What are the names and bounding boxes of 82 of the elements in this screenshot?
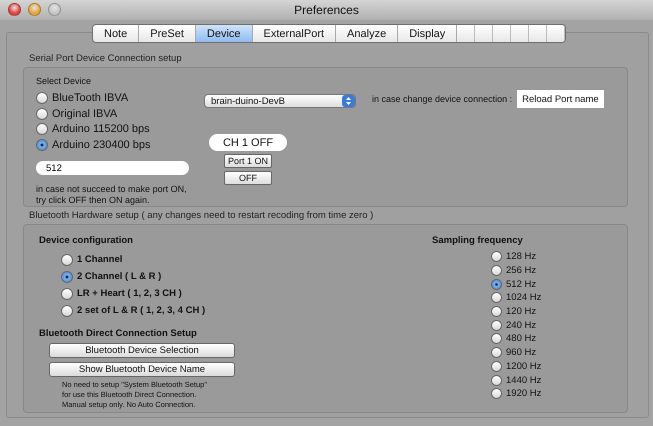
radio-label: Arduino 230400 bps: [52, 139, 150, 152]
radio-button[interactable]: [491, 292, 502, 304]
radio-label: 1920 Hz: [506, 388, 542, 400]
radio-option[interactable]: 256 Hz: [491, 264, 542, 278]
radio-label: BlueTooth IBVA: [52, 92, 128, 104]
radio-option[interactable]: Arduino 230400 bps: [36, 137, 204, 154]
radio-button[interactable]: [36, 123, 48, 136]
radio-label: 960 Hz: [506, 347, 536, 358]
radio-option[interactable]: 1920 Hz: [491, 386, 542, 401]
radio-option[interactable]: 240 Hz: [491, 318, 542, 332]
close-button[interactable]: [8, 3, 21, 16]
radio-button[interactable]: [491, 333, 502, 344]
off-button[interactable]: OFF: [224, 171, 272, 185]
radio-option[interactable]: 120 Hz: [491, 304, 542, 318]
tab[interactable]: Analyze: [336, 25, 398, 42]
radio-option[interactable]: 1 Channel: [61, 251, 432, 268]
port-on-button[interactable]: Port 1 ON: [224, 154, 272, 168]
group-label: Sampling frequency: [432, 235, 524, 246]
minimize-button[interactable]: [28, 3, 41, 16]
section-title: Serial Port Device Connection setup: [29, 53, 183, 64]
radio-button[interactable]: [61, 270, 73, 282]
hint-text: try click OFF then ON again.: [36, 195, 151, 206]
tab[interactable]: Display: [398, 25, 458, 42]
radio-button[interactable]: [36, 139, 48, 152]
radio-button[interactable]: [491, 278, 502, 290]
action-button[interactable]: Show Bluetooth Device Name: [49, 362, 235, 377]
radio-button[interactable]: [61, 254, 73, 266]
channel-status: CH 1 OFF: [209, 134, 287, 151]
radio-button[interactable]: [61, 288, 73, 300]
radio-option[interactable]: LR + Heart ( 1, 2, 3 CH ): [61, 285, 432, 302]
group-label: Device configuration: [39, 235, 134, 246]
radio-option[interactable]: 128 Hz: [491, 250, 542, 264]
window-title: Preferences: [294, 3, 359, 17]
radio-button[interactable]: [491, 388, 502, 400]
radio-button[interactable]: [491, 347, 502, 358]
radio-option[interactable]: 1024 Hz: [491, 291, 542, 305]
radio-label: 256 Hz: [506, 265, 536, 276]
radio-label: 2 Channel ( L & R ): [77, 271, 162, 282]
input-field[interactable]: 512: [36, 161, 189, 176]
radio-button[interactable]: [491, 320, 502, 331]
radio-label: LR + Heart ( 1, 2, 3 CH ): [77, 288, 182, 299]
radio-option[interactable]: 1200 Hz: [491, 360, 542, 374]
radio-option[interactable]: 480 Hz: [491, 332, 542, 346]
reload-label: in case change device connection :: [372, 94, 512, 105]
radio-option[interactable]: 2 set of L & R ( 1, 2, 3, 4 CH ): [61, 302, 432, 319]
radio-button[interactable]: [491, 306, 502, 318]
radio-label: 480 Hz: [506, 333, 536, 344]
radio-label: 1 Channel: [77, 254, 122, 265]
radio-button[interactable]: [491, 265, 502, 276]
radio-label: 1200 Hz: [506, 360, 542, 372]
field-label: Select Device: [36, 76, 92, 87]
radio-option[interactable]: 2 Channel ( L & R ): [61, 268, 432, 285]
radio-option[interactable]: 1440 Hz: [491, 373, 542, 387]
radio-label: Arduino 115200 bps: [52, 123, 150, 136]
radio-label: 512 Hz: [506, 278, 536, 290]
radio-option[interactable]: BlueTooth IBVA: [36, 90, 204, 106]
radio-label: 1024 Hz: [506, 292, 542, 304]
stepper-icon: [342, 95, 355, 107]
radio-button[interactable]: [491, 374, 502, 386]
radio-button[interactable]: [61, 304, 73, 316]
group-label: Bluetooth Direct Connection Setup: [39, 328, 198, 339]
reload-button[interactable]: Reload Port name: [517, 90, 604, 108]
hint-text: in case not succeed to make port ON,: [36, 184, 188, 196]
radio-button[interactable]: [491, 360, 502, 372]
radio-label: 2 set of L & R ( 1, 2, 3, 4 CH ): [77, 305, 206, 316]
radio-label: Original IBVA: [52, 108, 118, 120]
device-dropdown[interactable]: brain-duino-DevB: [204, 94, 356, 108]
radio-option[interactable]: Arduino 115200 bps: [36, 122, 204, 138]
radio-label: 128 Hz: [506, 251, 536, 262]
radio-option[interactable]: 512 Hz: [491, 277, 542, 292]
radio-label: 240 Hz: [506, 320, 536, 331]
radio-label: 1440 Hz: [506, 374, 542, 386]
tab[interactable]: ExternalPort: [252, 25, 336, 42]
section-title: Bluetooth Hardware setup ( any changes need to restart recoding from time zero ): [29, 210, 374, 221]
action-button[interactable]: Bluetooth Device Selection: [49, 343, 235, 358]
tab[interactable]: Device: [196, 25, 253, 42]
radio-option[interactable]: Original IBVA: [36, 106, 204, 122]
radio-button[interactable]: [36, 108, 48, 120]
radio-button[interactable]: [36, 92, 48, 104]
radio-label: 120 Hz: [506, 306, 536, 318]
radio-option[interactable]: 960 Hz: [491, 346, 542, 360]
radio-button[interactable]: [491, 251, 502, 262]
